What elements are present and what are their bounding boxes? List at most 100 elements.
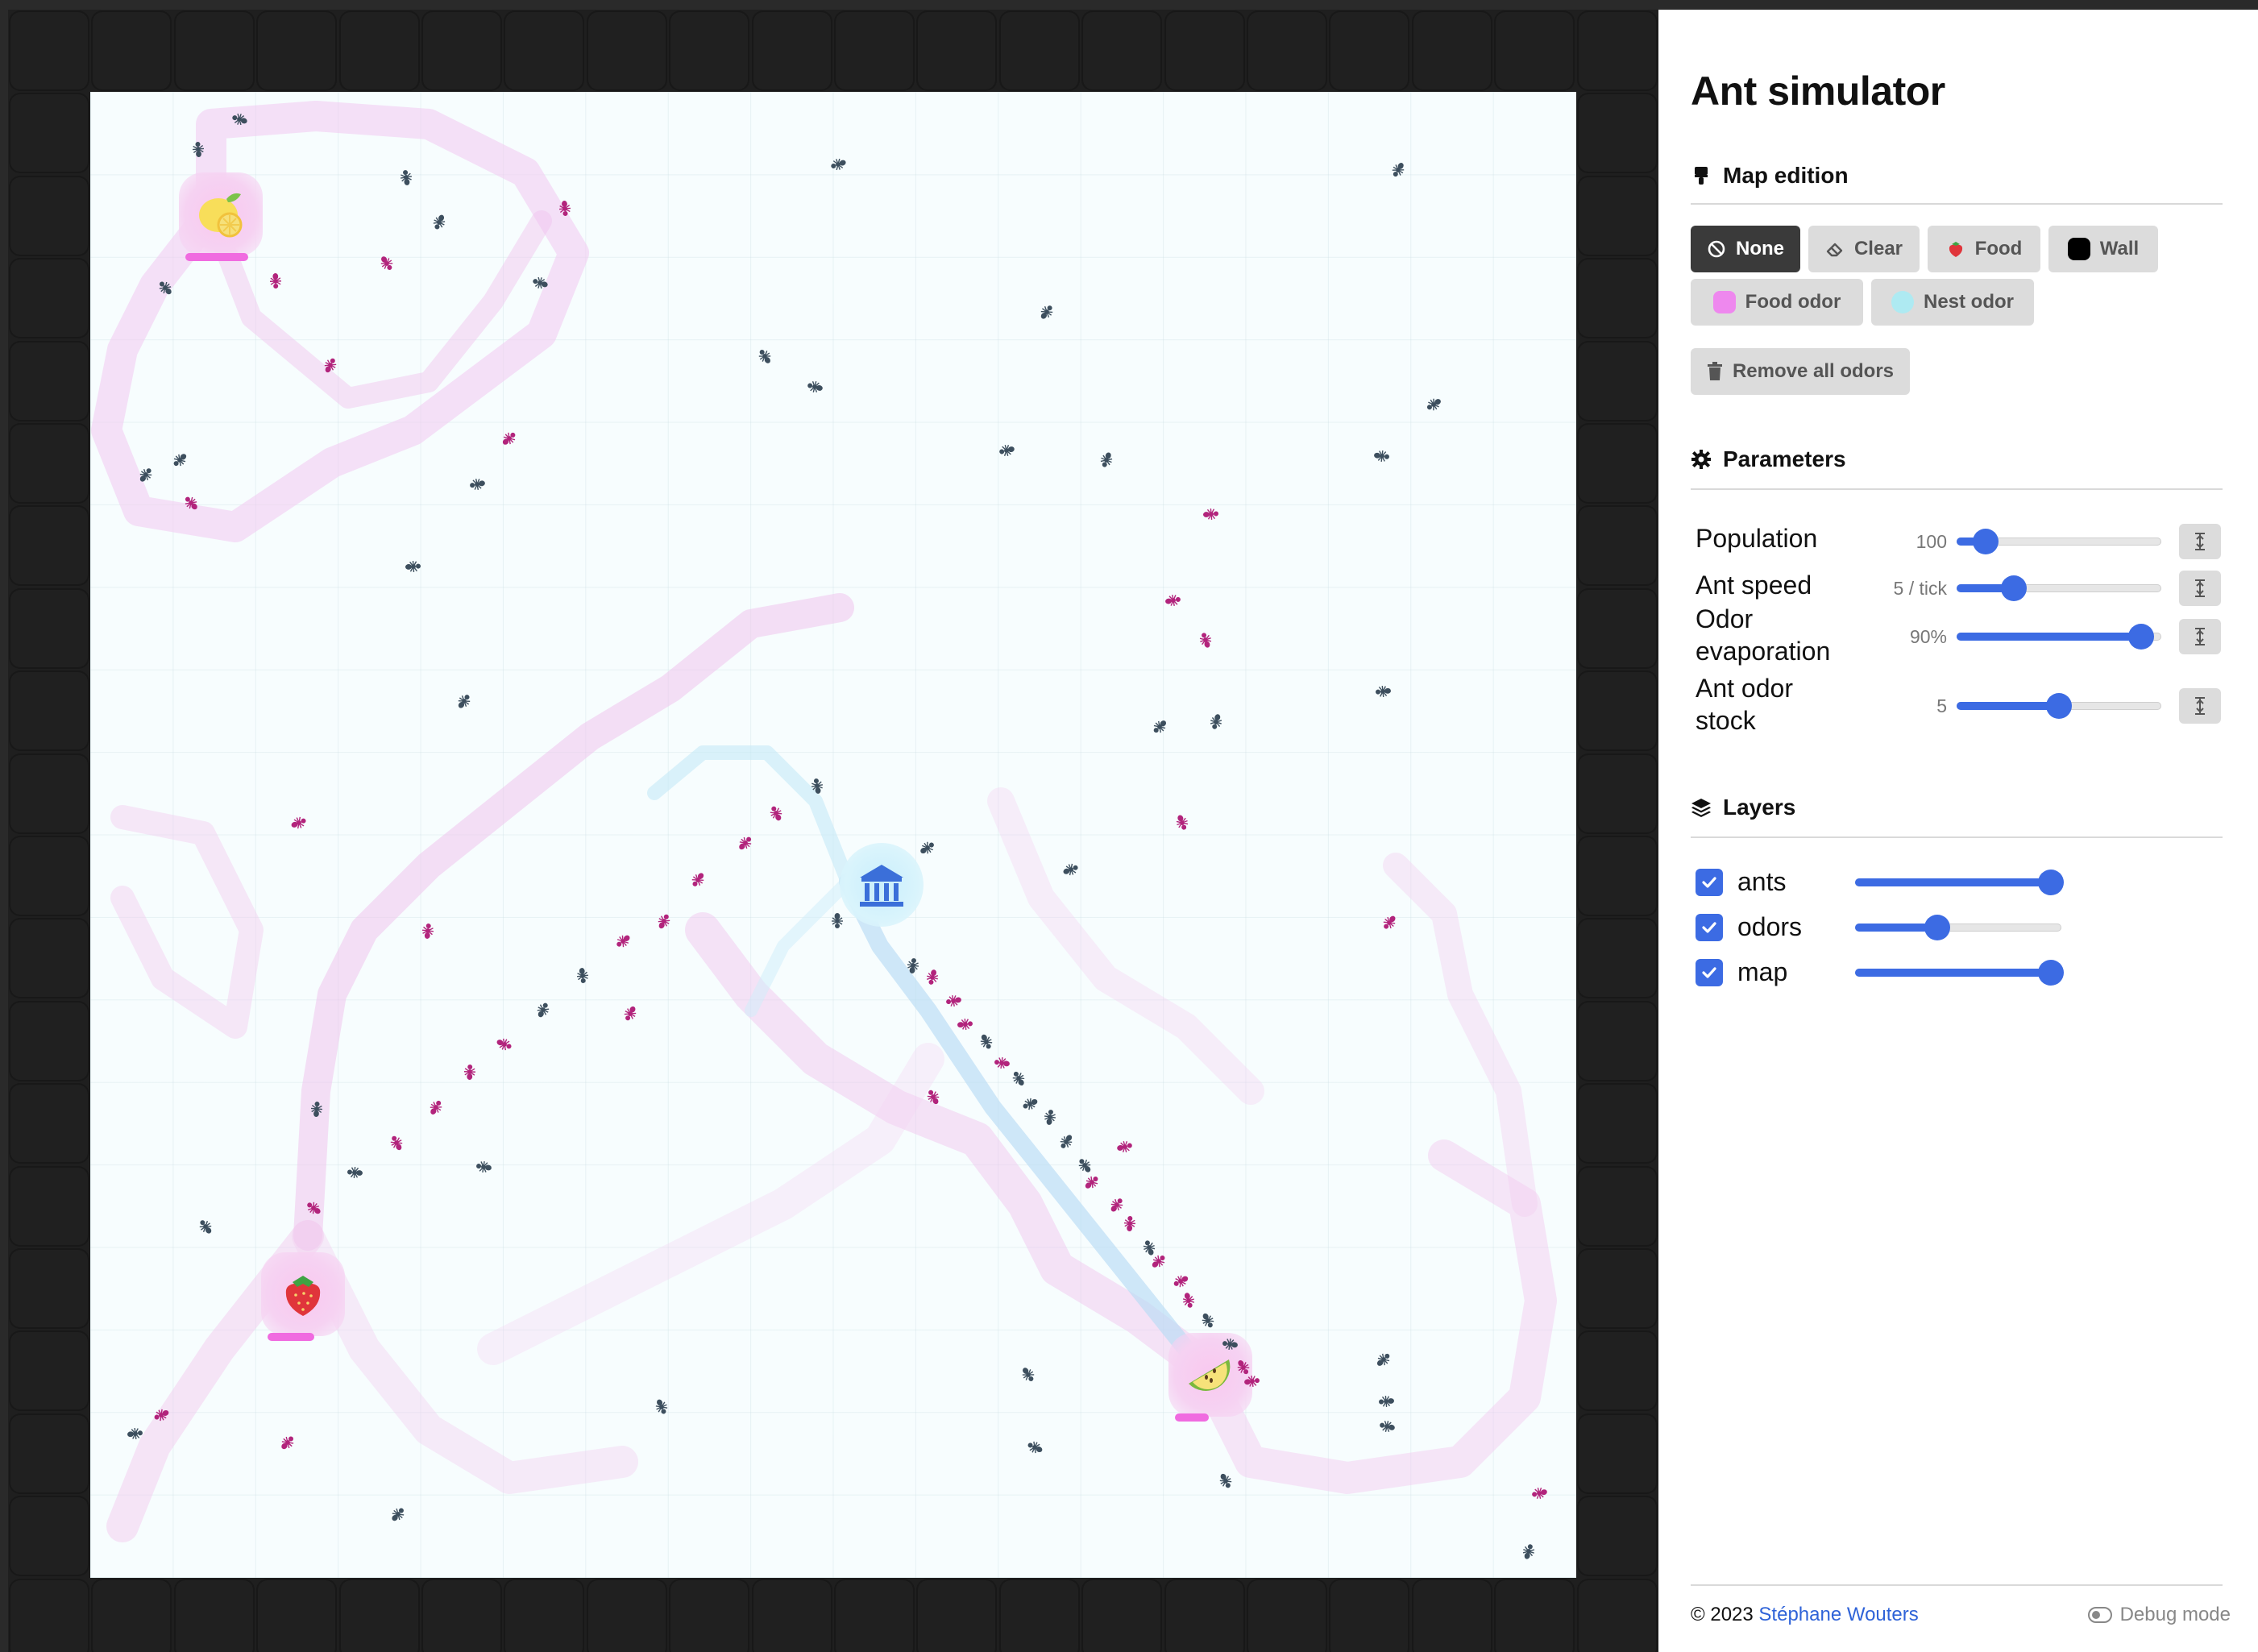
footer-divider [1691,1584,2223,1586]
tool-nest-odor-label: Nest odor [1923,291,2014,313]
author-link[interactable]: Stéphane Wouters [1758,1604,1918,1625]
parameters-heading: Parameters [1691,446,1846,472]
parameter-slider[interactable] [1957,693,2161,719]
slider-thumb[interactable] [1924,915,1951,940]
app-title: Ant simulator [1691,68,1945,114]
wall-tile [9,1330,89,1412]
layer-label: odors [1737,912,1803,941]
wall-tile [9,505,89,587]
ant [1377,1393,1395,1410]
layer-opacity-slider[interactable] [1855,870,2065,895]
food-source-strawberry[interactable] [261,1252,345,1341]
simulation-board[interactable] [8,10,1658,1652]
ant [904,957,922,974]
wall-tile [9,10,89,91]
ant [197,1218,214,1235]
ant [427,1098,445,1116]
ant [182,494,200,512]
layer-checkbox[interactable] [1696,959,1723,986]
slider-thumb[interactable] [2046,693,2072,719]
wall-tile [173,10,255,91]
wall-tile [1576,1083,1658,1164]
wall-tile [173,1578,255,1652]
reset-parameter-button[interactable] [2179,619,2221,654]
slider-thumb[interactable] [2038,960,2065,986]
wall-tile [9,1000,89,1081]
layer-opacity-slider[interactable] [1855,915,2061,940]
ant [977,1033,995,1051]
map-field[interactable] [90,92,1576,1578]
slider-thumb[interactable] [2038,870,2065,895]
tool-clear-button[interactable]: Clear [1808,226,1920,272]
ant [1520,1542,1538,1560]
layer-checkbox[interactable] [1696,869,1723,896]
wall-tile [1576,258,1658,339]
ant-nest[interactable] [840,843,924,927]
reset-parameter-button[interactable] [2179,524,2221,559]
ant [1207,713,1225,731]
reset-parameter-button[interactable] [2179,688,2221,724]
parameter-slider[interactable] [1957,529,2161,554]
wall-tile [9,753,89,834]
layers-icon [1691,799,1711,817]
ant [137,466,155,484]
wall-tile [1081,10,1163,91]
reset-icon [2195,533,2205,550]
slider-fill [1957,633,2141,641]
ant [397,168,415,186]
slider-thumb[interactable] [2127,624,2154,650]
wall-tile [1164,10,1245,91]
tool-food-label: Food [1974,238,2023,259]
wall-tile [9,175,89,256]
checkmark-icon [1702,967,1716,978]
parameter-slider[interactable] [1957,575,2161,601]
slider-thumb[interactable] [2001,575,2028,601]
reset-parameter-button[interactable] [2179,571,2221,606]
food-odor-trail [110,805,264,1039]
slider-thumb[interactable] [1972,529,1999,554]
tool-food-button[interactable]: Food [1928,226,2040,272]
ant [1057,1133,1075,1151]
parameter-label: Odor evaporation [1696,604,1831,666]
ant [957,1015,974,1033]
wall-tile [1576,670,1658,752]
wall-tile [1576,1578,1658,1652]
tool-wall-button[interactable]: Wall [2048,226,2158,272]
ant [806,378,824,396]
map-edition-heading: Map edition [1691,163,1849,189]
ant [189,140,207,158]
odor-layer [91,101,1557,1542]
parameter-slider[interactable] [1957,624,2161,650]
lemon-icon [199,193,243,238]
ant [152,1406,170,1424]
tool-nest-odor-button[interactable]: Nest odor [1871,279,2034,326]
ant [405,558,422,575]
layer-opacity-slider[interactable] [1855,960,2065,986]
wall-tile [916,10,998,91]
ant [455,692,473,710]
ant [1243,1372,1261,1390]
wall-tile [504,10,585,91]
tool-food-odor-button[interactable]: Food odor [1691,279,1863,326]
footer: © 2023 Stéphane Wouters [1691,1604,1919,1626]
ant [574,967,591,985]
layer-checkbox[interactable] [1696,914,1723,941]
wall-tile [1576,423,1658,504]
wall-tile [586,10,667,91]
ant [1202,505,1220,523]
food-odor-trail [987,787,1264,1105]
wall-tile [1329,10,1410,91]
trash-icon [1707,362,1722,380]
wall-tile [9,1165,89,1247]
ant [919,839,936,857]
ant [171,451,189,469]
food-stock-bar [185,253,248,261]
remove-all-odors-button[interactable]: Remove all odors [1691,348,1910,395]
melon-icon [1189,1359,1231,1391]
tool-none-button[interactable]: None [1691,226,1800,272]
wall-tile [834,10,915,91]
food-source-lemon[interactable] [179,172,263,261]
layer-label: ants [1737,867,1787,896]
debug-mode-toggle[interactable]: Debug mode [2087,1604,2231,1626]
wall-tile [9,1083,89,1164]
